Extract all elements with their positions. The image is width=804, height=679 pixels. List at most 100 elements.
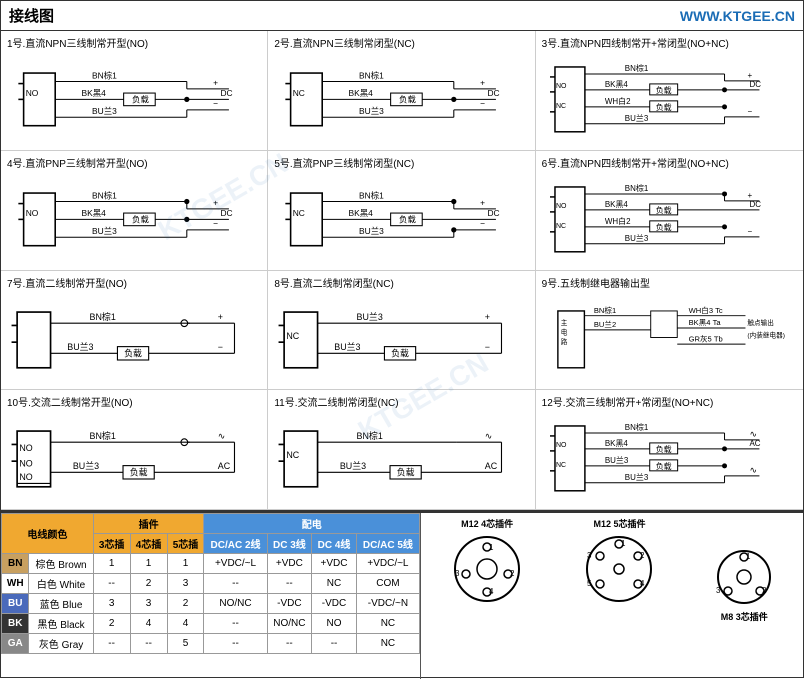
svg-text:BK黑4: BK黑4 [82, 88, 107, 98]
col-3pin: 3芯插 [93, 534, 130, 554]
col-5-val: 1 [167, 554, 204, 574]
svg-text:BK黑4: BK黑4 [82, 208, 107, 218]
svg-text:BU兰3: BU兰3 [67, 340, 93, 351]
color-name: 黑色 Black [29, 614, 93, 634]
svg-text:AC: AC [218, 461, 231, 471]
svg-text:主: 主 [560, 318, 567, 327]
m12-5pin-label: M12 5芯插件 [582, 517, 657, 530]
col-4pin: 4芯插 [130, 534, 167, 554]
diagram-10-svg: NO BN棕1 ∿ BU兰3 负载 AC NO NO [7, 411, 261, 506]
svg-text:+: + [480, 78, 485, 88]
svg-text:∿: ∿ [749, 429, 757, 439]
svg-text:BN棕1: BN棕1 [357, 430, 383, 441]
wiring-2-val: -- [204, 574, 267, 594]
wire-table: 电线颜色 插件 配电 3芯插 4芯插 5芯插 DC/AC 2线 DC 3线 DC… [1, 513, 420, 654]
svg-text:BU兰3: BU兰3 [340, 460, 366, 471]
svg-text:1: 1 [621, 539, 626, 548]
diagrams-section: 1号.直流NPN三线制常开型(NO) NO BN棕1 + BK黑4 负载 [1, 31, 803, 511]
col-5-val: 3 [167, 574, 204, 594]
color-code: BK [2, 614, 29, 634]
svg-text:BN棕1: BN棕1 [624, 63, 648, 73]
svg-text:−: − [480, 99, 485, 109]
svg-text:BN棕1: BN棕1 [90, 310, 116, 321]
svg-text:NO: NO [19, 443, 32, 453]
svg-text:+: + [213, 197, 218, 207]
svg-text:AC: AC [749, 439, 760, 448]
wiring-2-val: -- [204, 634, 267, 654]
wiring-5-val: NC [356, 634, 419, 654]
svg-text:∿: ∿ [485, 431, 492, 441]
color-name: 白色 White [29, 574, 93, 594]
diagram-5-svg: NC BN棕1 + BK黑4 负载 DC BU兰3 − [274, 172, 528, 267]
svg-text:BK黑4: BK黑4 [604, 439, 628, 448]
svg-text:WH白3 Tc: WH白3 Tc [688, 304, 722, 314]
svg-text:∿: ∿ [749, 465, 757, 475]
color-code: WH [2, 574, 29, 594]
diagram-10-title: 10号.交流二线制常开型(NO) [7, 394, 261, 409]
diagram-5-title: 5号.直流PNP三线制常闭型(NC) [274, 155, 528, 170]
col-4-val: 2 [130, 574, 167, 594]
svg-text:负载: 负载 [397, 467, 415, 478]
diagram-10: 10号.交流二线制常开型(NO) NO BN棕1 ∿ BU兰3 负载 AC [1, 390, 268, 510]
svg-text:NO: NO [556, 203, 567, 210]
m8-3pin-connector: 1 2 3 M8 3芯插件 [714, 547, 774, 623]
col-3-val: 3 [93, 594, 130, 614]
diagram-5: 5号.直流PNP三线制常闭型(NC) NC BN棕1 + BK黑4 负载 DC … [268, 151, 535, 271]
svg-text:NO: NO [26, 88, 39, 98]
col-4-val: -- [130, 634, 167, 654]
svg-text:BN棕1: BN棕1 [359, 70, 384, 80]
col-4-val: 4 [130, 614, 167, 634]
svg-text:BU兰3: BU兰3 [624, 472, 648, 482]
svg-text:BK黑4: BK黑4 [604, 200, 628, 209]
col-5pin: 5芯插 [167, 534, 204, 554]
wiring-5-val: COM [356, 574, 419, 594]
svg-text:BK黑4 Ta: BK黑4 Ta [688, 318, 721, 327]
color-name: 棕色 Brown [29, 554, 93, 574]
svg-text:4: 4 [640, 579, 645, 588]
svg-text:DC: DC [220, 208, 232, 218]
diagram-3-title: 3号.直流NPN四线制常开+常闭型(NO+NC) [542, 35, 797, 50]
col-3-val: -- [93, 634, 130, 654]
svg-text:BK黑4: BK黑4 [349, 208, 374, 218]
diagram-6-svg: NO NC BN棕1 + BK黑4 负载 DC WH白2 负载 [542, 172, 797, 267]
wiring-4-val: -VDC [312, 594, 357, 614]
m12-4pin-label: M12 4芯插件 [450, 517, 525, 530]
table-row: BN 棕色 Brown 1 1 1 +VDC/~L +VDC +VDC +VDC… [2, 554, 420, 574]
svg-text:WH白2: WH白2 [604, 216, 630, 226]
svg-text:DC: DC [220, 88, 232, 98]
svg-text:NC: NC [293, 88, 305, 98]
diagram-2-title: 2号.直流NPN三线制常闭型(NC) [274, 35, 528, 50]
diagram-11: 11号.交流二线制常闭型(NC) NC BN棕1 ∿ BU兰3 负载 AC [268, 390, 535, 510]
svg-text:3: 3 [587, 551, 592, 560]
svg-text:1: 1 [746, 552, 751, 561]
plugin-header: 插件 [93, 514, 204, 534]
svg-text:负载: 负载 [124, 347, 142, 358]
svg-text:2: 2 [510, 569, 515, 578]
wiring-3-val: -- [267, 574, 312, 594]
svg-text:BN棕1: BN棕1 [624, 422, 648, 432]
svg-text:NC: NC [556, 223, 566, 230]
diagram-12-svg: NO NC BN棕1 ∿ BK黑4 负载 AC BU兰3 负载 [542, 411, 797, 506]
svg-text:3: 3 [455, 569, 460, 578]
svg-text:负载: 负载 [655, 444, 671, 454]
wiring-5-val: +VDC/~L [356, 554, 419, 574]
svg-text:负载: 负载 [655, 205, 671, 215]
svg-text:DC: DC [749, 200, 761, 209]
diagram-8-svg: NC BU兰3 + BU兰3 负载 − [274, 292, 528, 387]
svg-text:5: 5 [587, 579, 592, 588]
svg-text:电: 电 [560, 327, 567, 336]
svg-text:DC: DC [488, 88, 500, 98]
diagram-1-title: 1号.直流NPN三线制常开型(NO) [7, 35, 261, 50]
svg-text:+: + [480, 197, 485, 207]
diagram-9-svg: 主 电 路 BN棕1 BU兰2 WH白3 Tc BK黑4 Ta GR [542, 292, 797, 387]
wiring-2-val: +VDC/~L [204, 554, 267, 574]
diagram-4-title: 4号.直流PNP三线制常开型(NO) [7, 155, 261, 170]
diagram-7-svg: BN棕1 + BU兰3 负载 − [7, 292, 261, 387]
svg-text:负载: 负载 [132, 95, 149, 105]
col-3-val: -- [93, 574, 130, 594]
svg-text:∿: ∿ [218, 431, 225, 441]
svg-text:(内装继电器): (内装继电器) [747, 330, 785, 339]
svg-text:BU兰3: BU兰3 [624, 113, 648, 123]
color-code: GA [2, 634, 29, 654]
svg-text:+: + [747, 191, 752, 200]
